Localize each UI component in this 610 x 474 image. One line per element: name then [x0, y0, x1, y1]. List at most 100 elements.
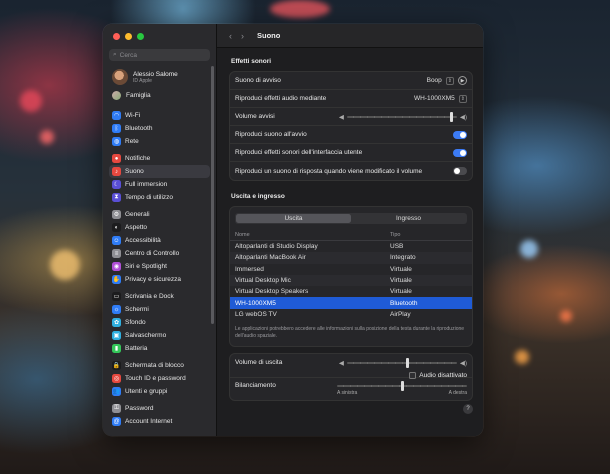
sidebar-item-lock-screen[interactable]: 🔒 Schermata di blocco	[109, 359, 210, 372]
sound-icon: ♪	[112, 167, 121, 176]
startup-sound-row: Riproduci suono all'avvio	[230, 126, 472, 144]
sidebar-item-focus[interactable]: ☾ Full immersion	[109, 178, 210, 191]
sidebar-item-notifications[interactable]: ● Notifiche	[109, 152, 210, 165]
sidebar-item-internet-accounts[interactable]: @ Account Internet	[109, 415, 210, 428]
play-icon[interactable]: ▶	[458, 76, 467, 85]
table-row[interactable]: Virtual Desktop Mic Virtuale	[230, 274, 472, 287]
row-label: Bilanciamento	[235, 381, 276, 389]
back-chevron-icon[interactable]: ‹	[229, 31, 232, 41]
sidebar-item-label: Generali	[125, 211, 150, 218]
mute-checkbox[interactable]	[409, 371, 417, 379]
col-header-type[interactable]: Tipo	[390, 232, 467, 238]
alert-volume-row: Volume avvisi ◀ ◀)	[230, 108, 472, 126]
ui-effects-row: Riproduci effetti sonori dell'interfacci…	[230, 144, 472, 162]
wifi-icon: ◠	[112, 111, 121, 120]
device-type: AirPlay	[390, 310, 411, 318]
slider-knob[interactable]	[400, 380, 404, 391]
forward-chevron-icon[interactable]: ›	[241, 31, 244, 41]
battery-icon: ▮	[112, 344, 121, 353]
sidebar-item-control-center[interactable]: ≡ Centro di Controllo	[109, 247, 210, 260]
sidebar-item-family[interactable]: Famiglia	[109, 87, 210, 105]
col-header-name[interactable]: Nome	[235, 232, 390, 238]
device-type: Integrato	[390, 254, 416, 262]
section-title-effects: Effetti sonori	[231, 58, 272, 65]
volume-feedback-toggle[interactable]	[453, 167, 467, 175]
main-pane: ‹ › Suono Effetti sonori Suono di avviso…	[217, 24, 483, 436]
slider-knob[interactable]	[405, 357, 409, 368]
siri-icon: ◉	[112, 262, 121, 271]
close-button[interactable]	[113, 33, 120, 40]
bg-light	[40, 130, 54, 144]
sidebar-item-network[interactable]: ◍ Rete	[109, 135, 210, 148]
table-row[interactable]: LG webOS TV AirPlay	[230, 309, 472, 320]
help-button[interactable]: ?	[463, 404, 473, 414]
search-input[interactable]	[119, 51, 200, 59]
sidebar-item-bluetooth[interactable]: ᛒ Bluetooth	[109, 122, 210, 135]
device-name: Virtual Desktop Speakers	[235, 288, 309, 296]
startup-sound-toggle[interactable]	[453, 130, 467, 139]
alert-sound-select[interactable]: Boop	[427, 77, 442, 84]
sidebar-item-password[interactable]: ⚿ Password	[109, 402, 210, 415]
device-type: Virtuale	[390, 288, 412, 296]
sidebar-nav: ◠ Wi-Fi ᛒ Bluetooth ◍ Rete ● Notifiche ♪ Suono ☾ Fu…	[109, 109, 210, 428]
table-row[interactable]: Altoparlanti di Studio Display USB	[230, 241, 472, 252]
zoom-button[interactable]	[137, 33, 144, 40]
sidebar-item-siri[interactable]: ◉ Siri e Spotlight	[109, 260, 210, 273]
device-name: WH-1000XM5	[235, 299, 276, 307]
search-field[interactable]: ⌕	[109, 49, 210, 61]
alert-volume-slider[interactable]	[346, 111, 457, 122]
device-type: USB	[390, 243, 404, 251]
sidebar-item-appearance[interactable]: ◐ Aspetto	[109, 221, 210, 234]
bg-light	[560, 310, 572, 322]
sidebar-item-wallpaper[interactable]: ✿ Sfondo	[109, 316, 210, 329]
device-name: Immersed	[235, 265, 264, 273]
table-row[interactable]: Altoparlanti MacBook Air Integrato	[230, 252, 472, 264]
sidebar-item-desktop-dock[interactable]: ▭ Scrivania e Dock	[109, 290, 210, 303]
sidebar-item-label: Wi-Fi	[125, 112, 141, 119]
password-icon: ⚿	[112, 404, 121, 413]
sidebar-item-accessibility[interactable]: ☺ Accessibilità	[109, 234, 210, 247]
sidebar-item-wifi[interactable]: ◠ Wi-Fi	[109, 109, 210, 122]
sidebar-item-screen-time[interactable]: ⧗ Tempo di utilizzo	[109, 191, 210, 204]
sidebar-item-screensaver[interactable]: ▣ Salvaschermo	[109, 329, 210, 342]
bluetooth-icon: ᛒ	[112, 124, 121, 133]
sidebar-group: ● Notifiche ♪ Suono ☾ Full immersion ⧗ Tempo di…	[109, 152, 210, 204]
bg-light	[270, 0, 330, 18]
screen-time-icon: ⧗	[112, 193, 121, 202]
tab-output[interactable]: Uscita	[236, 214, 351, 223]
sidebar-item-touch-id[interactable]: ◎ Touch ID e password	[109, 372, 210, 385]
sidebar-item-privacy[interactable]: ✋ Privacy e sicurezza	[109, 273, 210, 286]
slider-knob[interactable]	[449, 111, 453, 122]
sidebar-item-label: Privacy e sicurezza	[125, 276, 181, 283]
sidebar-item-label: Password	[125, 405, 154, 412]
tab-input[interactable]: Ingresso	[351, 214, 466, 223]
output-volume-slider[interactable]	[346, 357, 457, 368]
family-icon	[112, 91, 121, 100]
sidebar-item-battery[interactable]: ▮ Batteria	[109, 342, 210, 355]
sidebar-item-general[interactable]: ⚙ Generali	[109, 208, 210, 221]
account-subtitle: ID Apple	[133, 77, 152, 84]
sidebar-scrollbar[interactable]	[211, 66, 214, 324]
play-effects-select[interactable]: WH-1000XM5	[414, 95, 455, 102]
screensaver-icon: ▣	[112, 331, 121, 340]
settings-window: ⌕ Alessio Salome ID Apple Famiglia ◠ Wi-F…	[103, 24, 483, 436]
volume-feedback-row: Riproduci un suono di risposta quando vi…	[230, 162, 472, 180]
sidebar-item-label: Accessibilità	[125, 237, 161, 244]
sidebar-item-sound[interactable]: ♪ Suono	[109, 165, 210, 178]
sidebar-item-label: Famiglia	[126, 92, 151, 99]
balance-row: Bilanciamento A sinistra A destra	[230, 378, 472, 400]
bg-light	[20, 90, 42, 112]
desktop-dock-icon: ▭	[112, 292, 121, 301]
balance-slider[interactable]	[337, 380, 467, 391]
displays-icon: ☼	[112, 305, 121, 314]
table-row[interactable]: WH-1000XM5 Bluetooth	[230, 297, 472, 309]
ui-effects-toggle[interactable]	[453, 148, 467, 157]
table-row[interactable]: Virtual Desktop Speakers Virtuale	[230, 286, 472, 297]
table-row[interactable]: Immersed Virtuale	[230, 264, 472, 275]
apple-id-account[interactable]: Alessio Salome ID Apple	[109, 67, 210, 87]
control-center-icon: ≡	[112, 249, 121, 258]
sidebar-item-displays[interactable]: ☼ Schermi	[109, 303, 210, 316]
sidebar-item-users[interactable]: 👥 Utenti e gruppi	[109, 385, 210, 398]
minimize-button[interactable]	[125, 33, 132, 40]
sidebar-item-label: Rete	[125, 138, 139, 145]
